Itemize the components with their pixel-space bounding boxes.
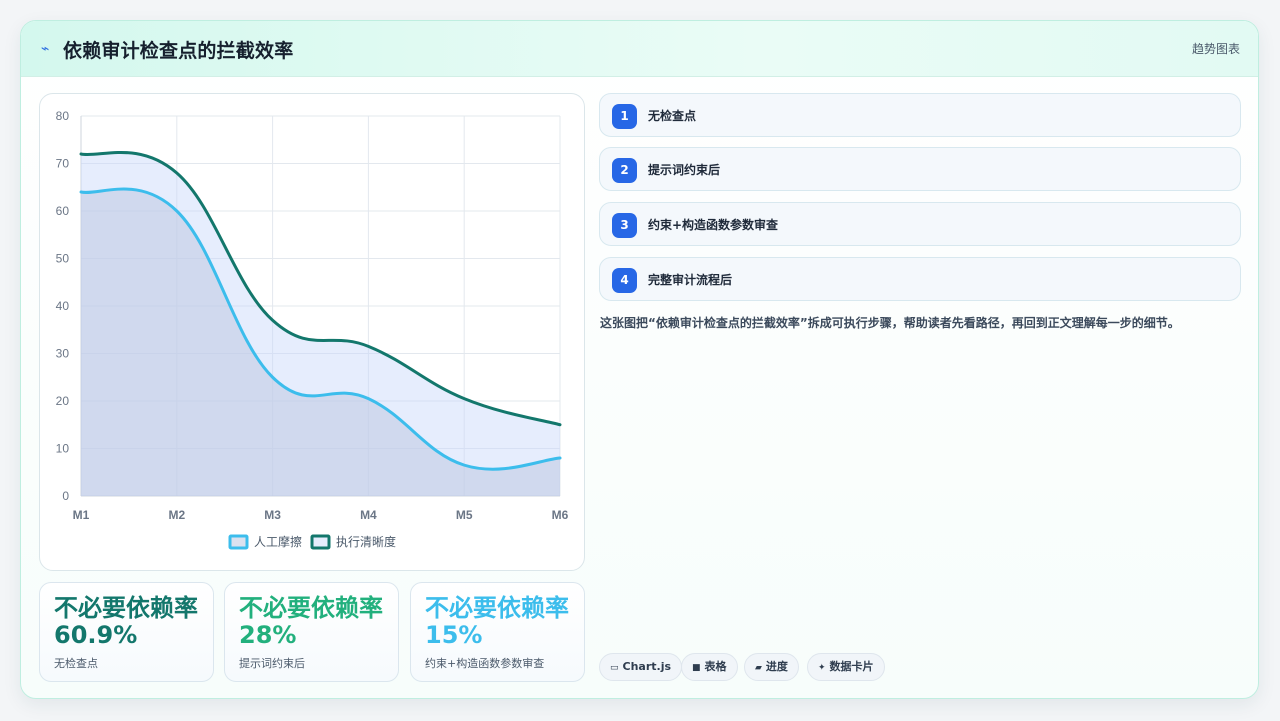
y-tick-label: 20 xyxy=(56,394,70,408)
x-tick-label: M2 xyxy=(168,508,185,522)
y-tick-label: 30 xyxy=(56,347,70,361)
chart-icon: ▭ xyxy=(610,663,619,673)
description-text: 这张图把“依赖审计检查点的拦截效率”拆成可执行步骤，帮助读者先看路径，再回到正文… xyxy=(600,316,1180,330)
step-number: 1 xyxy=(612,104,637,129)
chip-chartjs[interactable]: ▭ Chart.js xyxy=(599,653,683,681)
legend-label: 执行清晰度 xyxy=(336,534,396,549)
chip-label: 进度 xyxy=(765,660,788,673)
stat-value: 不必要依赖率 28% xyxy=(239,594,383,649)
stat-caption: 无检查点 xyxy=(54,657,98,670)
page-title: 依赖审计检查点的拦截效率 xyxy=(63,40,294,62)
y-tick-label: 0 xyxy=(62,489,69,503)
line-chart: 0 10 20 30 40 50 60 70 80 M1 M2 M3 M4 M5 M6 人工摩擦 执行清晰度 xyxy=(56,109,569,550)
step-number: 3 xyxy=(612,213,637,238)
step-item-2[interactable]: 2 提示词约束后 xyxy=(599,147,1241,191)
step-label: 完整审计流程后 xyxy=(648,273,733,287)
stat-card-3: 不必要依赖率 15% 约束+构造函数参数审查 xyxy=(410,582,585,682)
step-item-4[interactable]: 4 完整审计流程后 xyxy=(599,257,1241,301)
chip-progress[interactable]: ▰ 进度 xyxy=(744,653,799,681)
step-item-1[interactable]: 1 无检查点 xyxy=(599,93,1241,137)
bolt-icon: ⌁ xyxy=(41,41,50,57)
y-tick-label: 80 xyxy=(56,109,70,123)
legend-label: 人工摩擦 xyxy=(254,534,302,549)
chip-label: 表格 xyxy=(704,660,727,673)
legend-swatch xyxy=(310,534,331,550)
chip-data-card[interactable]: ✦ 数据卡片 xyxy=(807,653,885,681)
stat-card-1: 不必要依赖率 60.9% 无检查点 xyxy=(39,582,214,682)
legend-swatch xyxy=(228,534,249,550)
step-number: 4 xyxy=(612,268,637,293)
y-tick-label: 70 xyxy=(56,157,70,171)
step-item-3[interactable]: 3 约束+构造函数参数审查 xyxy=(599,202,1241,246)
step-label: 约束+构造函数参数审查 xyxy=(648,218,779,232)
step-label: 提示词约束后 xyxy=(648,163,721,177)
step-label: 无检查点 xyxy=(648,109,697,123)
x-tick-label: M4 xyxy=(360,508,377,522)
chart-panel: 0 10 20 30 40 50 60 70 80 M1 M2 M3 M4 M5 M6 人工摩擦 执行清晰度 xyxy=(39,93,585,571)
stat-value: 不必要依赖率 15% xyxy=(425,594,569,649)
stat-value: 不必要依赖率 60.9% xyxy=(54,594,198,649)
chip-label: 数据卡片 xyxy=(829,660,874,673)
y-tick-label: 10 xyxy=(56,442,70,456)
y-tick-label: 40 xyxy=(56,299,70,313)
x-tick-label: M6 xyxy=(552,508,569,522)
stat-caption: 约束+构造函数参数审查 xyxy=(425,657,545,670)
y-tick-label: 50 xyxy=(56,252,70,266)
card-header: ⌁ 依赖审计检查点的拦截效率 趋势图表 xyxy=(21,21,1258,77)
stat-card-2: 不必要依赖率 28% 提示词约束后 xyxy=(224,582,399,682)
chip-table[interactable]: ■ 表格 xyxy=(681,653,738,681)
chip-label: Chart.js xyxy=(622,660,672,673)
x-tick-label: M3 xyxy=(264,508,281,522)
chart-type-tag: 趋势图表 xyxy=(1191,42,1240,56)
sparkle-icon: ✦ xyxy=(818,663,826,673)
x-tick-label: M5 xyxy=(456,508,473,522)
stat-caption: 提示词约束后 xyxy=(239,657,305,670)
table-icon: ■ xyxy=(692,663,701,673)
main-card: ⌁ 依赖审计检查点的拦截效率 趋势图表 0 10 20 30 40 50 60 70 80 M1 M… xyxy=(20,20,1259,699)
x-tick-label: M1 xyxy=(73,508,90,522)
progress-icon: ▰ xyxy=(755,663,762,673)
y-tick-label: 60 xyxy=(56,204,70,218)
step-number: 2 xyxy=(612,158,637,183)
